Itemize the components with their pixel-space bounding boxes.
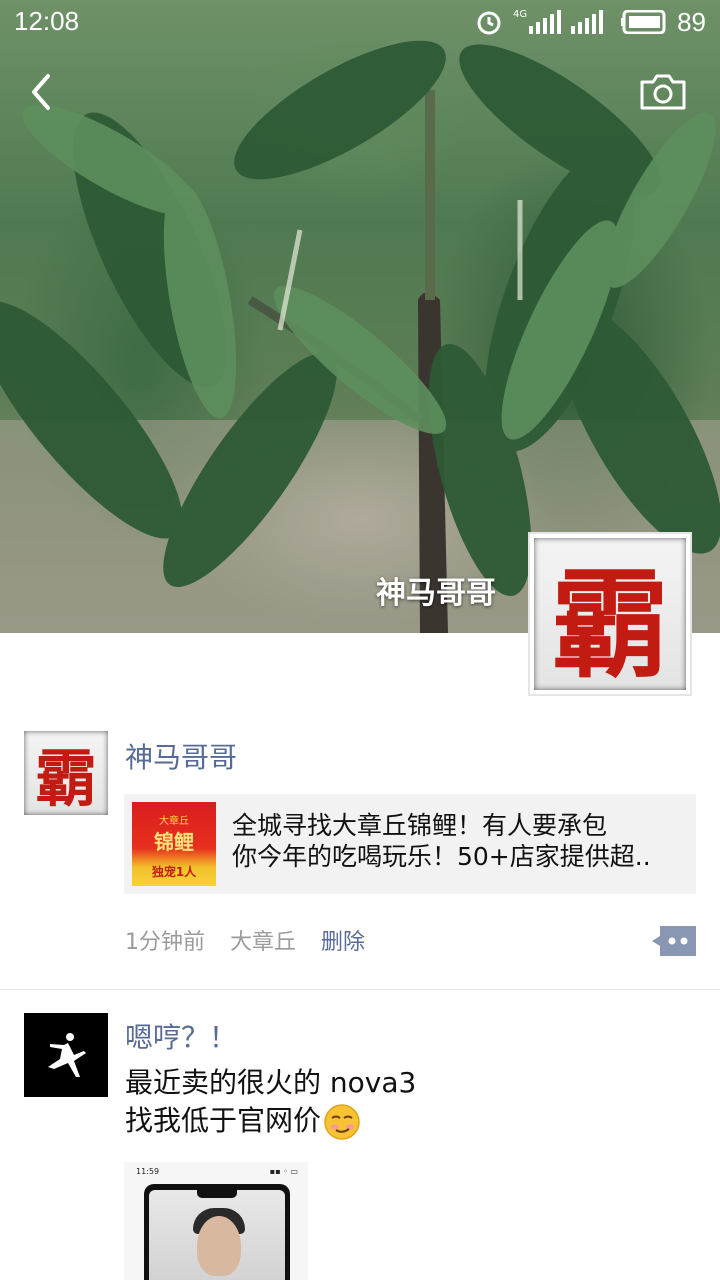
post-divider	[0, 989, 720, 990]
post-author[interactable]: 嗯哼？！	[125, 1016, 237, 1056]
signal-icon	[529, 10, 562, 34]
post-avatar[interactable]: 霸	[24, 731, 108, 815]
chevron-left-icon[interactable]	[24, 70, 60, 114]
thumb-foot: 独宠1人	[151, 865, 197, 879]
status-time: 12:08	[14, 6, 80, 36]
alarm-icon	[477, 11, 501, 35]
jumpman-logo-icon	[48, 1033, 86, 1077]
battery-icon	[621, 10, 666, 34]
delete-link[interactable]: 删除	[321, 924, 365, 956]
avatar-ba-glyph: 霸	[534, 538, 686, 694]
post-text-line-2-text: 找我低于官网价	[125, 1104, 322, 1137]
post-text-line-1: 最近卖的很火的 nova3	[125, 1066, 417, 1099]
network-type: 4G	[512, 8, 528, 20]
link-thumbnail: 大章丘 锦鲤 独宠1人	[132, 802, 216, 886]
post-image[interactable]: 11:59 ▪▪ ◦ ▭	[124, 1162, 308, 1280]
link-title: 全城寻找大章丘锦鲤！有人要承包 你今年的吃喝玩乐！50+店家提供超..	[232, 810, 684, 872]
status-icons: 4G 89	[475, 6, 706, 38]
camera-icon[interactable]	[638, 72, 688, 112]
post-text-line-2: 找我低于官网价	[125, 1102, 416, 1141]
post-author[interactable]: 神马哥哥	[125, 736, 237, 776]
portrait-face	[197, 1216, 241, 1276]
smirk-emoji-icon	[324, 1104, 360, 1140]
battery-level: 89	[677, 6, 706, 37]
phone-screen	[149, 1190, 285, 1280]
post-time: 1分钟前	[125, 930, 205, 955]
link-card[interactable]: 大章丘 锦鲤 独宠1人 全城寻找大章丘锦鲤！有人要承包 你今年的吃喝玩乐！50+…	[124, 794, 696, 894]
status-bar: 12:08 4G 89	[0, 0, 720, 44]
comment-dots-icon[interactable]	[652, 926, 696, 956]
thumb-sub: 大章丘	[159, 816, 189, 827]
phone-notch	[197, 1190, 237, 1198]
image-status-icons: ▪▪ ◦ ▭	[269, 1167, 298, 1176]
cover-username: 神马哥哥	[376, 576, 496, 611]
post-text: 最近卖的很火的 nova3 找我低于官网价	[125, 1064, 416, 1141]
image-status-time: 11:59	[136, 1167, 160, 1176]
thumb-title: 锦鲤	[154, 830, 194, 854]
post-avatar[interactable]	[24, 1013, 108, 1097]
link-line-1: 全城寻找大章丘锦鲤！有人要承包	[232, 811, 608, 840]
phone-photo	[144, 1184, 290, 1280]
link-line-2: 你今年的吃喝玩乐！50+店家提供超..	[232, 842, 651, 871]
avatar-ba-glyph: 霸	[24, 731, 108, 815]
post-location[interactable]: 大章丘	[230, 924, 296, 956]
signal-icon-2	[571, 10, 604, 34]
cover-avatar[interactable]: 霸	[528, 532, 692, 696]
